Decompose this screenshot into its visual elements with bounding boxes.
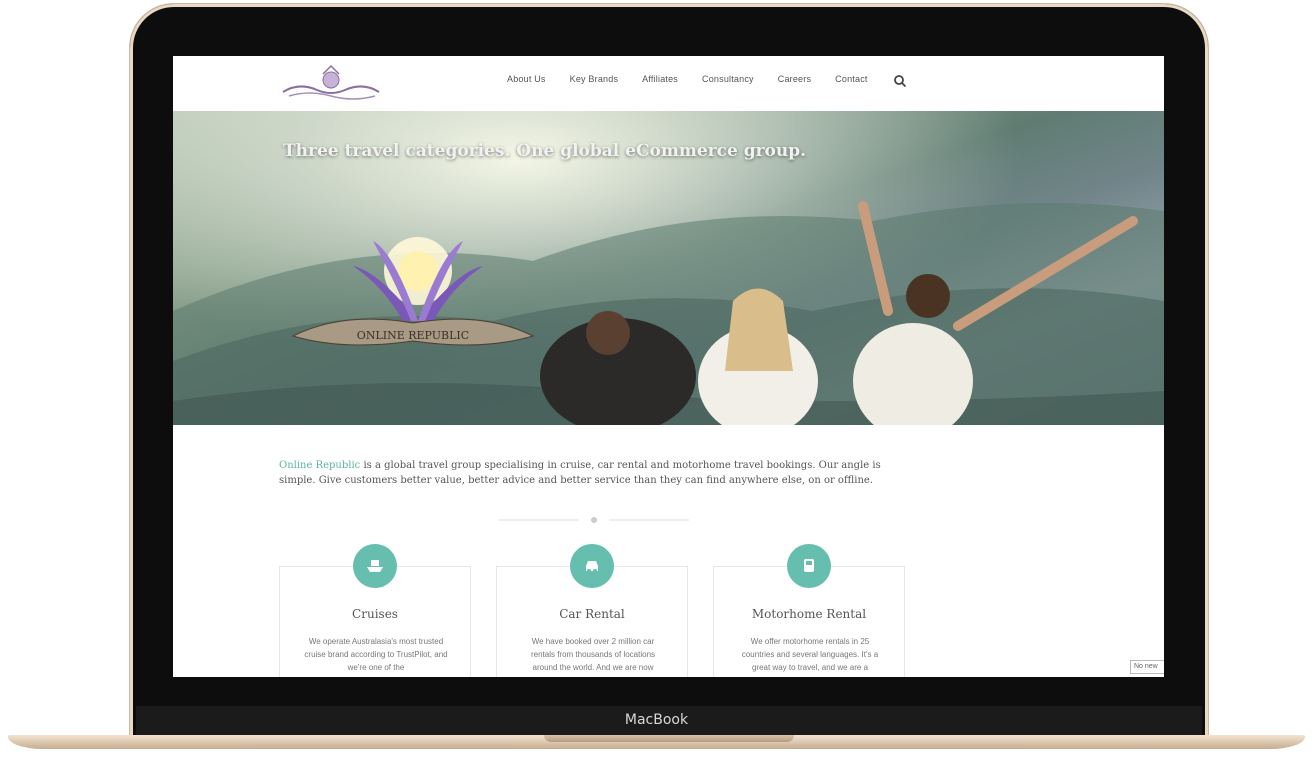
intro-paragraph: Online Republic is a global travel group…	[279, 458, 919, 488]
card-title: Motorhome Rental	[751, 607, 867, 621]
nav-contact[interactable]: Contact	[823, 74, 879, 84]
laptop-notch	[544, 735, 794, 742]
card-text: We offer motorhome rentals in 25 countri…	[741, 637, 879, 672]
browser-viewport: About Us Key Brands Affiliates Consultan…	[173, 56, 1164, 677]
online-republic-link[interactable]: Online Republic	[279, 460, 360, 471]
card-text: We operate Australasia's most trusted cr…	[304, 637, 448, 672]
site-header: About Us Key Brands Affiliates Consultan…	[173, 56, 1164, 111]
nav-consultancy[interactable]: Consultancy	[690, 74, 766, 84]
search-icon[interactable]	[893, 74, 907, 88]
nav-key-brands[interactable]: Key Brands	[558, 74, 631, 84]
main-nav: About Us Key Brands Affiliates Consultan…	[495, 74, 880, 84]
ship-icon	[353, 544, 397, 588]
card-text: We have booked over 2 million car rental…	[530, 637, 656, 672]
svg-text:ONLINE REPUBLIC: ONLINE REPUBLIC	[357, 329, 469, 342]
hero-title: Three travel categories. One global eCom…	[283, 141, 807, 161]
intro-text: is a global travel group specialising in…	[279, 460, 881, 486]
online-republic-logo[interactable]	[279, 64, 383, 104]
online-republic-emblem: ONLINE REPUBLIC	[291, 237, 535, 346]
hero-banner: Three travel categories. One global eCom…	[173, 111, 1164, 425]
nav-affiliates[interactable]: Affiliates	[630, 74, 690, 84]
card-title: Cruises	[352, 607, 398, 621]
card-title: Car Rental	[559, 607, 625, 621]
device-label: MacBook	[624, 712, 689, 728]
nav-careers[interactable]: Careers	[766, 74, 823, 84]
section-divider	[499, 517, 689, 523]
nav-about-us[interactable]: About Us	[495, 74, 558, 84]
car-icon	[570, 544, 614, 588]
bus-icon	[787, 544, 831, 588]
corner-notification-tag[interactable]: No new	[1130, 660, 1164, 674]
